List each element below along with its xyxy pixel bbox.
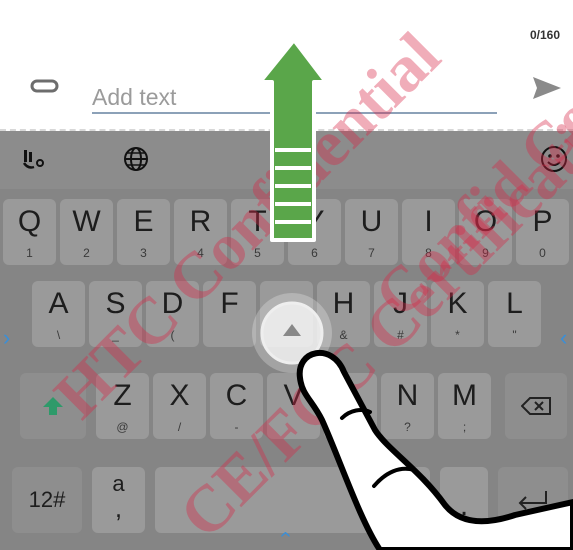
key-i[interactable]: I8 (402, 199, 455, 265)
key-k[interactable]: K * (431, 281, 484, 347)
emoji-icon[interactable] (540, 145, 568, 173)
key-h[interactable]: H & (317, 281, 370, 347)
scroll-right-arrow-icon: ‹ (560, 325, 568, 350)
screen: 0/160 Add text Q 1 W 2 E 3 R 4 T 5 Y 6 U… (0, 0, 573, 550)
scroll-left-arrow-icon: › (3, 325, 11, 350)
key-s[interactable]: S _ (89, 281, 142, 347)
backspace-icon (521, 397, 551, 415)
punctuation-key[interactable]: a , (92, 467, 145, 533)
shift-arrow-icon (43, 397, 63, 415)
key-x[interactable]: X / (153, 373, 206, 439)
collapse-arrow-icon: ‹ (274, 531, 297, 538)
space-bar[interactable] (155, 467, 430, 533)
period-key[interactable]: . (440, 467, 488, 533)
key-g[interactable] (260, 281, 313, 347)
keyboard-toolbar (0, 131, 573, 189)
key-t[interactable]: T5 (231, 199, 284, 265)
keyboard: Q1 W2 E3 R4 T5 Y6 U7 I8 O9 P0 A \ S _ D( F… (0, 131, 573, 550)
shift-key[interactable] (20, 373, 86, 439)
backspace-key[interactable] (505, 373, 567, 439)
message-input[interactable]: Add text (92, 84, 497, 114)
enter-key[interactable] (498, 467, 568, 533)
key-r[interactable]: R4 (174, 199, 227, 265)
character-counter: 0/160 (529, 28, 560, 42)
key-v[interactable]: V (267, 373, 320, 439)
attachment-icon[interactable] (30, 78, 60, 96)
compose-area: 0/160 Add text (0, 0, 573, 131)
key-z[interactable]: Z @ (96, 373, 149, 439)
key-a[interactable]: A \ (32, 281, 85, 347)
key-y[interactable]: Y6 (288, 199, 341, 265)
key-n[interactable]: N? (381, 373, 434, 439)
key-w[interactable]: W2 (60, 199, 113, 265)
key-m[interactable]: M; (438, 373, 491, 439)
key-j[interactable]: J # (374, 281, 427, 347)
key-e[interactable]: E3 (117, 199, 170, 265)
enter-icon (518, 491, 547, 510)
voice-input-icon[interactable] (20, 145, 48, 173)
key-q[interactable]: Q1 (3, 199, 56, 265)
key-b[interactable] (324, 373, 377, 439)
globe-icon[interactable] (122, 145, 150, 173)
key-l[interactable]: L " (488, 281, 541, 347)
key-d[interactable]: D( (146, 281, 199, 347)
send-icon[interactable] (531, 72, 563, 104)
key-p[interactable]: P0 (516, 199, 569, 265)
key-f[interactable]: F (203, 281, 256, 347)
symbols-key[interactable]: 12# (12, 467, 82, 533)
key-c[interactable]: C- (210, 373, 263, 439)
key-u[interactable]: U7 (345, 199, 398, 265)
key-o[interactable]: O9 (459, 199, 512, 265)
